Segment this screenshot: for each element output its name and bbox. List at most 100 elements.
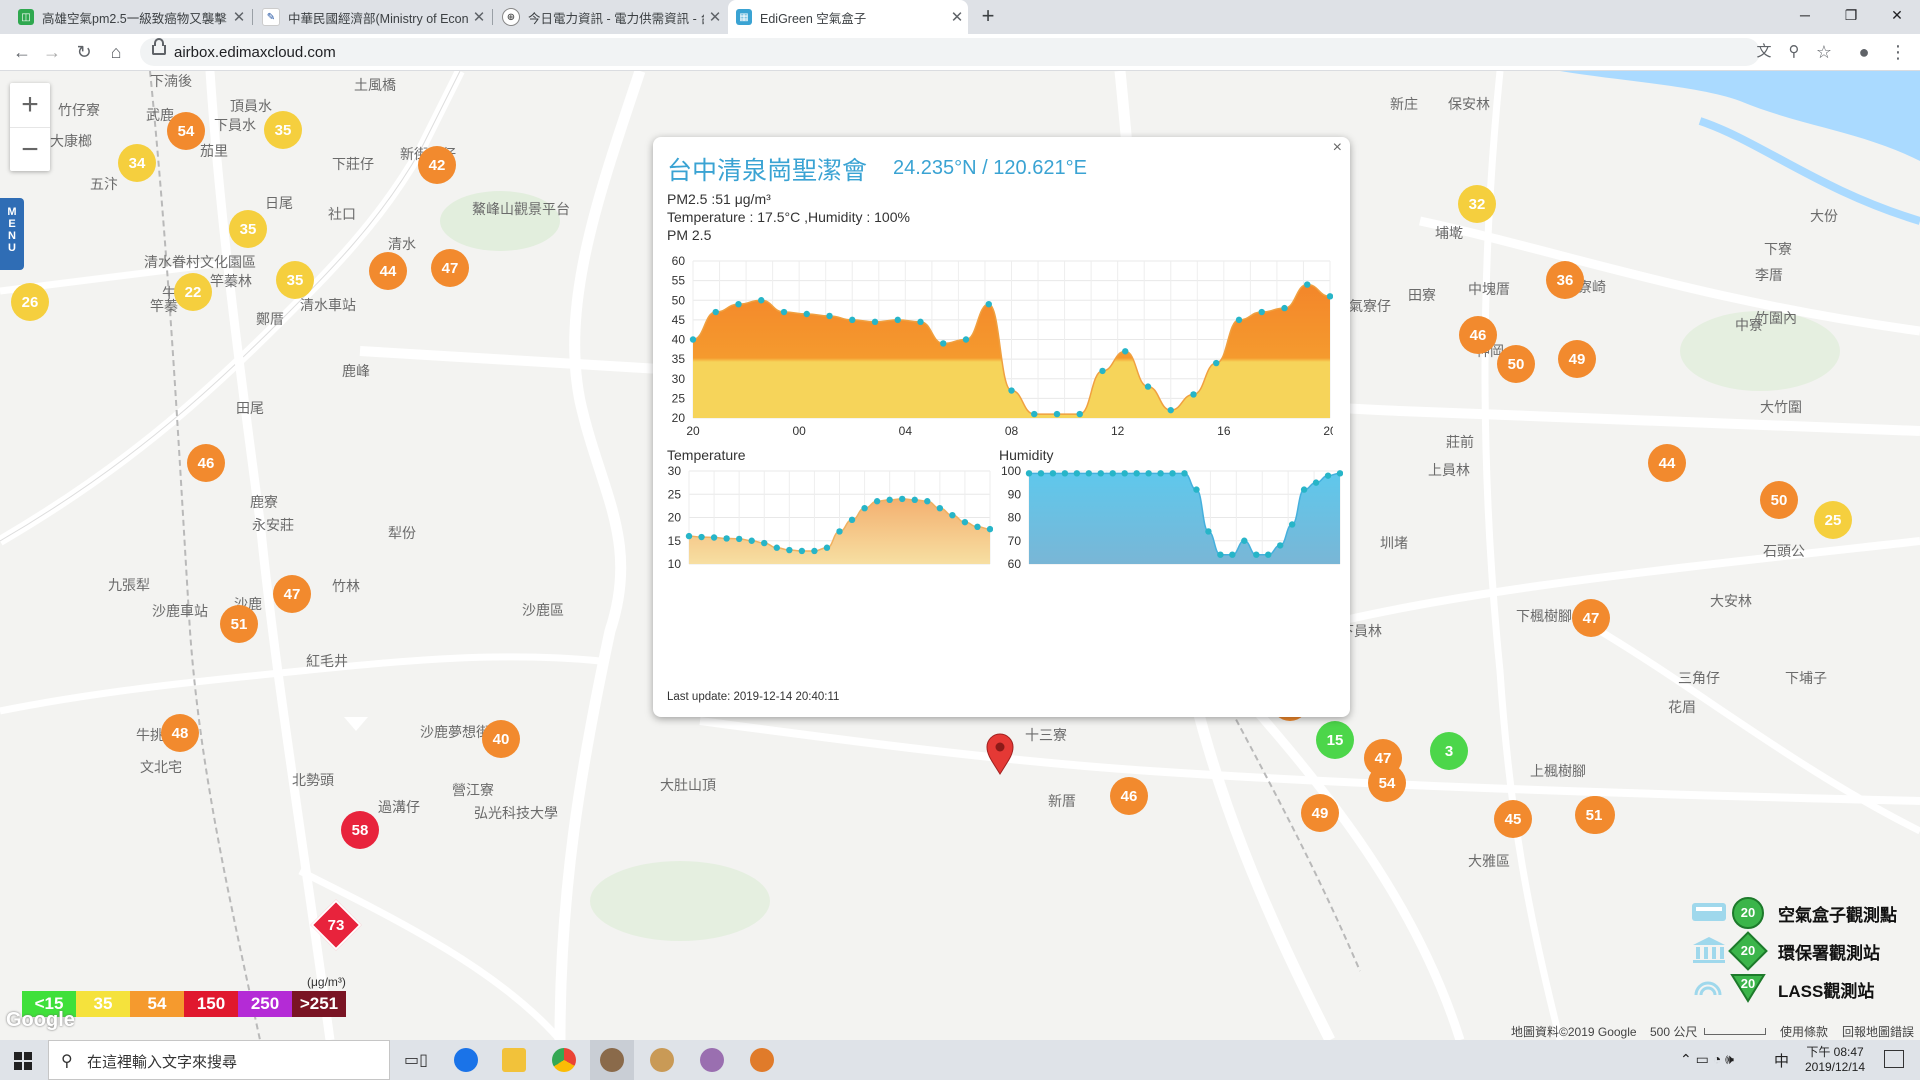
airbox-station-marker[interactable]: 47 bbox=[273, 575, 311, 613]
airbox-station-marker[interactable]: 35 bbox=[229, 210, 267, 248]
reload-icon[interactable]: ↻ bbox=[72, 40, 96, 64]
airbox-station-marker[interactable]: 47 bbox=[431, 249, 469, 287]
data-point bbox=[1265, 551, 1272, 558]
airbox-station-marker[interactable]: 46 bbox=[1110, 777, 1148, 815]
close-tab-icon[interactable]: ✕ bbox=[228, 8, 250, 26]
browser-tab-active[interactable]: ▦ EdiGreen 空氣盒子 ✕ bbox=[728, 0, 968, 34]
data-point bbox=[871, 318, 879, 326]
airbox-station-marker[interactable]: 22 bbox=[174, 273, 212, 311]
data-point bbox=[886, 496, 893, 504]
windows-start-icon[interactable] bbox=[14, 1052, 32, 1070]
close-popup-button[interactable]: × bbox=[1333, 139, 1342, 157]
menu-tab[interactable]: MENU bbox=[0, 198, 24, 270]
airbox-station-marker[interactable]: 40 bbox=[482, 720, 520, 758]
data-point bbox=[811, 547, 818, 555]
place-label: 清水車站 bbox=[300, 297, 356, 313]
browser-tab[interactable]: ◫ 高雄空氣pm2.5一級致癌物又襲擊 ✕ bbox=[10, 0, 250, 34]
news-icon: ◫ bbox=[18, 9, 34, 25]
data-point bbox=[698, 533, 705, 541]
data-point bbox=[1073, 470, 1081, 477]
airbox-station-marker[interactable]: 3 bbox=[1430, 732, 1468, 770]
new-tab-button[interactable]: + bbox=[975, 4, 1001, 30]
airbox-station-marker[interactable]: 46 bbox=[187, 444, 225, 482]
app-icon[interactable] bbox=[600, 1048, 624, 1072]
selected-location-pin[interactable] bbox=[986, 733, 1014, 775]
zoom-out-button[interactable]: − bbox=[10, 128, 50, 172]
zoom-in-button[interactable]: + bbox=[10, 83, 50, 128]
airbox-station-marker[interactable]: 47 bbox=[1572, 599, 1610, 637]
file-explorer-icon[interactable] bbox=[502, 1048, 526, 1072]
data-point bbox=[1205, 528, 1212, 535]
airbox-station-marker[interactable]: 34 bbox=[118, 144, 156, 182]
chrome-icon[interactable] bbox=[552, 1048, 576, 1072]
zoom-icon[interactable]: ⚲ bbox=[1782, 40, 1806, 64]
clock[interactable]: 下午 08:47 2019/12/14 bbox=[1798, 1043, 1872, 1074]
tab-title: 中華民國經濟部(Ministry of Economic Affairs) bbox=[288, 11, 468, 26]
place-label: 九張犁 bbox=[108, 577, 150, 593]
y-tick-label: 20 bbox=[672, 411, 686, 425]
terms-link[interactable]: 使用條款 bbox=[1780, 1023, 1828, 1040]
x-tick-label: 20 bbox=[686, 424, 700, 437]
airbox-station-marker[interactable]: 26 bbox=[11, 283, 49, 321]
close-tab-icon[interactable]: ✕ bbox=[468, 8, 490, 26]
airbox-station-marker[interactable]: 44 bbox=[1648, 444, 1686, 482]
tray-icons[interactable]: ⌃ ▭ ◔ 🕪 bbox=[1680, 1051, 1734, 1068]
airbox-station-marker[interactable]: 51 bbox=[220, 605, 258, 643]
menu-kebab-icon[interactable]: ⋮ bbox=[1886, 40, 1910, 64]
task-view-icon[interactable]: ▭▯ bbox=[404, 1050, 428, 1070]
airbox-station-marker[interactable]: 46 bbox=[1459, 316, 1497, 354]
back-icon[interactable]: ← bbox=[10, 40, 34, 64]
airbox-station-marker[interactable]: 48 bbox=[161, 714, 199, 752]
airbox-station-marker[interactable]: 50 bbox=[1497, 345, 1535, 383]
temp-humidity-reading: Temperature : 17.5°C ,Humidity : 100% bbox=[667, 209, 910, 225]
data-point bbox=[974, 523, 981, 530]
place-label: 五汴 bbox=[90, 176, 118, 192]
close-tab-icon[interactable]: ✕ bbox=[704, 8, 726, 26]
airbox-station-marker[interactable]: 54 bbox=[1368, 764, 1406, 802]
airbox-station-marker[interactable]: 44 bbox=[369, 252, 407, 290]
airbox-station-marker[interactable]: 49 bbox=[1558, 340, 1596, 378]
place-label: 沙鹿夢想街 bbox=[420, 724, 490, 740]
airbox-station-marker[interactable]: 35 bbox=[276, 261, 314, 299]
app-icon[interactable] bbox=[700, 1048, 724, 1072]
airbox-station-marker[interactable]: 32 bbox=[1458, 185, 1496, 223]
data-point bbox=[1145, 470, 1152, 477]
y-tick-label: 40 bbox=[672, 333, 686, 347]
taskbar-search[interactable]: ⚲ 在這裡輸入文字來搜尋 bbox=[48, 1040, 390, 1080]
airbox-station-marker[interactable]: 25 bbox=[1814, 501, 1852, 539]
airbox-device-icon bbox=[1692, 903, 1726, 921]
address-bar[interactable]: airbox.edimaxcloud.com bbox=[140, 38, 1760, 66]
close-tab-icon[interactable]: ✕ bbox=[946, 8, 968, 26]
airbox-station-marker[interactable]: 50 bbox=[1760, 481, 1798, 519]
map-scale-bar bbox=[1704, 1028, 1766, 1035]
airbox-station-marker[interactable]: 54 bbox=[167, 112, 205, 150]
map-canvas[interactable]: 下湳後土風橋竹仔寮頂員水武鹿下員水大康榔茄里新街店仔下莊仔五汴日尾社口清水清水眷… bbox=[0, 71, 1920, 1040]
edge-icon[interactable] bbox=[454, 1048, 478, 1072]
airbox-station-marker[interactable]: 51 bbox=[1575, 796, 1613, 834]
report-error-link[interactable]: 回報地圖錯誤 bbox=[1842, 1023, 1914, 1040]
airbox-station-marker[interactable]: 58 bbox=[341, 811, 379, 849]
restore-button[interactable]: ❐ bbox=[1828, 0, 1874, 30]
ime-indicator[interactable]: 中 bbox=[1774, 1050, 1789, 1071]
airbox-station-marker[interactable]: 35 bbox=[264, 111, 302, 149]
airbox-station-marker[interactable]: 15 bbox=[1316, 721, 1354, 759]
airbox-station-marker[interactable]: 42 bbox=[418, 146, 456, 184]
airbox-station-marker[interactable]: 49 bbox=[1301, 794, 1339, 832]
data-point bbox=[1169, 470, 1176, 477]
airbox-station-marker[interactable]: 36 bbox=[1546, 261, 1584, 299]
app-icon[interactable] bbox=[750, 1048, 774, 1072]
bookmark-star-icon[interactable]: ☆ bbox=[1812, 40, 1836, 64]
legend-lass: 20 LASS觀測站 bbox=[1660, 973, 1920, 1003]
x-tick-label: 04 bbox=[899, 424, 913, 437]
close-window-button[interactable]: ✕ bbox=[1874, 0, 1920, 30]
browser-tab[interactable]: ✎ 中華民國經濟部(Ministry of Economic Affairs) … bbox=[254, 0, 490, 34]
home-icon[interactable]: ⌂ bbox=[104, 40, 128, 64]
profile-icon[interactable]: ● bbox=[1852, 40, 1876, 64]
translate-icon[interactable]: 文 bbox=[1752, 40, 1776, 64]
forward-icon[interactable]: → bbox=[40, 40, 64, 64]
airbox-station-marker[interactable]: 45 bbox=[1494, 800, 1532, 838]
browser-tab[interactable]: ⊕ 今日電力資訊 - 電力供需資訊 - 台灣電力公司 ✕ bbox=[494, 0, 726, 34]
app-icon[interactable] bbox=[650, 1048, 674, 1072]
minimize-button[interactable]: ─ bbox=[1782, 0, 1828, 30]
notification-icon[interactable] bbox=[1884, 1050, 1904, 1068]
